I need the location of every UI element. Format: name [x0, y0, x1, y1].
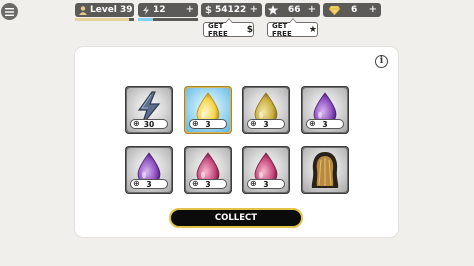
get-free-cash-button[interactable]: GET FREE $: [203, 18, 254, 38]
plus-minus-icon: ⊕: [133, 119, 140, 128]
reward-tile[interactable]: ⊕ 3: [184, 146, 232, 194]
collect-button[interactable]: COLLECT: [169, 208, 303, 228]
plus-minus-icon: ⊕: [250, 119, 257, 128]
dollar-icon: $: [205, 4, 212, 16]
energy-add-button[interactable]: +: [186, 3, 194, 17]
level-label: Level 39: [90, 5, 133, 15]
menu-button[interactable]: [1, 3, 18, 20]
reward-quantity-badge: ⊕ 30: [130, 119, 168, 129]
get-free-cash-label: GET FREE: [208, 21, 228, 38]
level-progress-fill: [75, 18, 130, 21]
money-value: 54122: [214, 5, 247, 15]
reward-quantity-badge: ⊕ 3: [189, 119, 227, 129]
reward-quantity: 3: [322, 119, 328, 129]
reward-tile-face: ⊕ 3: [186, 88, 230, 132]
pointer-tab: [288, 18, 297, 23]
hamburger-icon: [5, 7, 14, 16]
plus-minus-icon: ⊕: [133, 179, 140, 188]
diamond-icon: [329, 5, 340, 15]
reward-quantity: 30: [143, 119, 155, 129]
energy-progress-bar: [138, 18, 198, 21]
energy-value: 12: [153, 5, 166, 15]
reward-quantity: 3: [146, 179, 152, 189]
reward-quantity: 3: [263, 119, 269, 129]
stars-pill[interactable]: 66 +: [265, 3, 320, 17]
energy-progress-fill: [138, 18, 153, 21]
reward-tile[interactable]: ⊕ 3: [242, 146, 290, 194]
level-progress-bar: [75, 18, 134, 21]
reward-tile[interactable]: ⊕ 3: [125, 146, 173, 194]
player-icon: [79, 5, 87, 15]
reward-tile-face: ⊕ 3: [244, 148, 288, 192]
info-button[interactable]: i: [375, 55, 388, 68]
reward-quantity-badge: ⊕ 3: [189, 179, 227, 189]
reward-tile[interactable]: [301, 146, 349, 194]
reward-tile[interactable]: ⊕ 3: [242, 86, 290, 134]
energy-icon: [142, 5, 150, 15]
get-free-stars-button[interactable]: GET FREE ★: [267, 18, 318, 38]
reward-tile-face: ⊕ 3: [244, 88, 288, 132]
reward-quantity: 3: [205, 119, 211, 129]
diamonds-pill[interactable]: 6 +: [323, 3, 381, 17]
reward-tile-face: ⊕ 3: [186, 148, 230, 192]
get-free-stars-label: GET FREE: [272, 21, 292, 38]
diamonds-value: 6: [351, 5, 358, 15]
reward-quantity-badge: ⊕ 3: [247, 179, 285, 189]
money-add-button[interactable]: +: [250, 3, 258, 17]
reward-tile[interactable]: ⊕ 3: [184, 86, 232, 134]
reward-quantity-badge: ⊕ 3: [306, 119, 344, 129]
reward-tile-face: ⊕ 30: [127, 88, 171, 132]
pointer-tab: [224, 18, 233, 23]
level-pill[interactable]: Level 39: [75, 3, 134, 17]
reward-tile-face: ⊕ 3: [127, 148, 171, 192]
reward-tile-face: [303, 148, 347, 192]
stars-add-button[interactable]: +: [308, 3, 316, 17]
reward-tile[interactable]: ⊕ 3: [301, 86, 349, 134]
star-icon: [268, 5, 278, 15]
reward-tile-face: ⊕ 3: [303, 88, 347, 132]
star-outline-icon: ★: [308, 24, 317, 35]
plus-minus-icon: ⊕: [309, 119, 316, 128]
plus-minus-icon: ⊕: [192, 179, 199, 188]
reward-quantity-badge: ⊕ 3: [247, 119, 285, 129]
money-pill[interactable]: $ 54122 +: [201, 3, 262, 17]
stars-value: 66: [288, 5, 301, 15]
dollar-icon: $: [246, 24, 253, 35]
reward-quantity-badge: ⊕ 3: [130, 179, 168, 189]
energy-pill[interactable]: 12 +: [138, 3, 198, 17]
diamonds-add-button[interactable]: +: [369, 3, 377, 17]
reward-quantity: 3: [205, 179, 211, 189]
plus-minus-icon: ⊕: [192, 119, 199, 128]
reward-quantity: 3: [263, 179, 269, 189]
plus-minus-icon: ⊕: [250, 179, 257, 188]
reward-tile[interactable]: ⊕ 30: [125, 86, 173, 134]
